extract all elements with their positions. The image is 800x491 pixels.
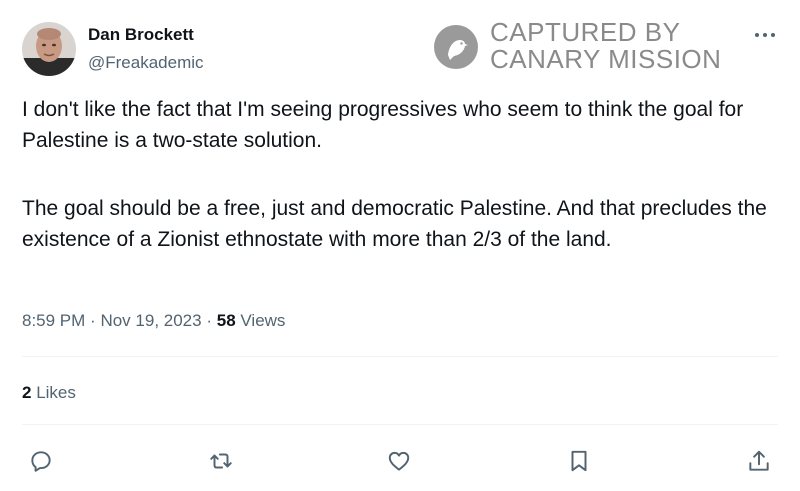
tweet-text-paragraph-1: I don't like the fact that I'm seeing pr…	[22, 98, 744, 152]
tweet-date[interactable]: Nov 19, 2023	[100, 311, 201, 330]
views-count: 58	[216, 311, 236, 330]
tweet-time[interactable]: 8:59 PM	[22, 311, 85, 330]
like-button[interactable]	[386, 448, 412, 474]
canary-logo-icon	[433, 24, 479, 70]
bookmark-icon	[571, 450, 587, 472]
reply-icon	[31, 451, 51, 472]
tweet-meta: 8:59 PM · Nov 19, 2023 · 58 Views	[22, 311, 285, 331]
likes-label: Likes	[36, 383, 76, 402]
meta-separator: ·	[206, 311, 212, 330]
share-icon	[749, 450, 769, 471]
retweet-icon	[210, 453, 232, 469]
watermark-line-2: CANARY MISSION	[490, 44, 722, 74]
likes-stat[interactable]: 2 Likes	[22, 383, 76, 403]
watermark: CAPTURED BY CANARY MISSION	[433, 18, 733, 74]
bookmark-button[interactable]	[566, 448, 592, 474]
tweet-card: Dan Brockett @Freakademic CAPTURED BY CA…	[0, 0, 800, 491]
reply-button[interactable]	[28, 448, 54, 474]
divider	[22, 356, 778, 357]
retweet-button[interactable]	[208, 448, 234, 474]
share-button[interactable]	[746, 448, 772, 474]
views-label: Views	[240, 311, 286, 330]
author-display-name[interactable]: Dan Brockett	[88, 25, 194, 45]
tweet-text-paragraph-2: The goal should be a free, just and demo…	[22, 197, 767, 251]
watermark-line-1: CAPTURED BY	[490, 17, 681, 47]
more-horizontal-icon[interactable]	[752, 28, 778, 42]
author-handle[interactable]: @Freakademic	[88, 53, 204, 73]
likes-count: 2	[22, 383, 32, 402]
divider	[22, 424, 778, 425]
meta-separator: ·	[90, 311, 96, 330]
heart-icon	[388, 451, 410, 471]
avatar[interactable]	[22, 22, 76, 76]
